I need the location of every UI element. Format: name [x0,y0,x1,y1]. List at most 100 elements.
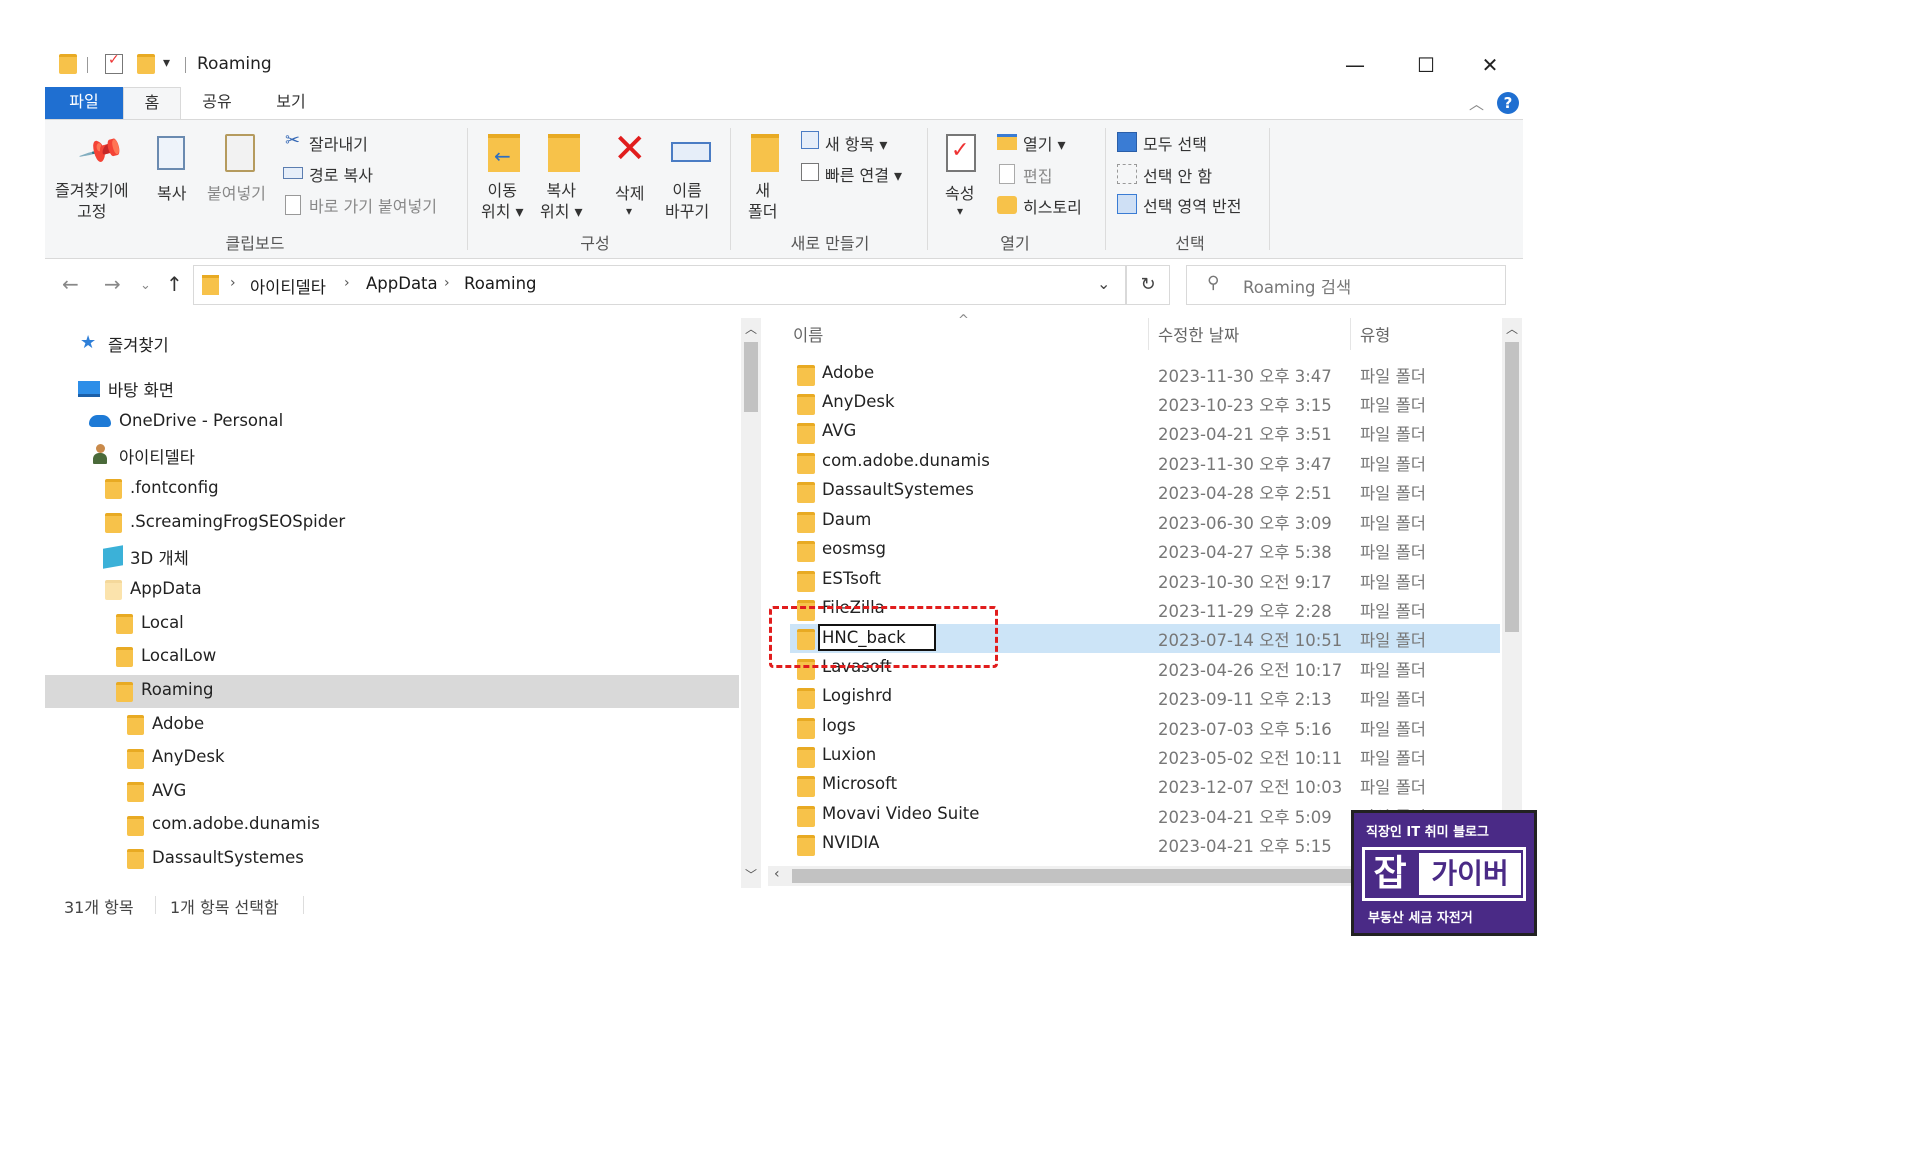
nav-item-desktop[interactable]: 바탕 화면 [108,377,174,401]
divider [87,57,88,73]
column-divider[interactable] [1350,318,1351,350]
scroll-up-icon[interactable]: ︿ [745,320,757,337]
file-row[interactable]: eosmsg 2023-04-27 오후 5:38 파일 폴더 [790,536,1500,565]
scroll-down-icon[interactable]: ﹀ [745,866,757,883]
nav-item-user[interactable]: 아이티델타 [119,444,195,468]
nav-item-roaming[interactable]: Roaming [141,680,214,699]
folder-icon [797,512,815,533]
search-input[interactable]: Roaming 검색 [1243,274,1351,298]
tab-view[interactable]: 보기 [263,87,319,119]
search-box[interactable]: ⚲ Roaming 검색 [1186,265,1506,305]
new-folder-button[interactable]: 새 폴더 [748,180,777,222]
nav-item-folder[interactable]: AnyDesk [152,747,225,766]
refresh-button[interactable]: ↻ [1126,265,1170,305]
scrollbar-thumb[interactable] [744,342,758,412]
select-none-button[interactable]: 선택 안 함 [1143,163,1212,187]
tab-home[interactable]: 홈 [123,87,181,120]
scroll-left-icon[interactable]: ‹ [774,866,780,882]
move-to-button[interactable]: 이동 위치 ▾ [481,180,524,222]
nav-item-onedrive[interactable]: OneDrive - Personal [119,411,283,430]
select-all-button[interactable]: 모두 선택 [1143,131,1207,155]
easy-access-button[interactable]: 빠른 연결 ▾ [825,162,902,186]
file-row[interactable]: AnyDesk 2023-10-23 오후 3:15 파일 폴더 [790,389,1500,418]
history-button[interactable]: 히스토리 [1023,194,1082,218]
nav-item-folder[interactable]: .fontconfig [130,478,219,497]
breadcrumb-item[interactable]: 아이티델타 [250,274,326,298]
nav-item-folder[interactable]: DassaultSystemes [152,848,304,867]
collapse-ribbon-icon[interactable]: ︿ [1469,93,1484,114]
file-row[interactable]: Luxion 2023-05-02 오전 10:11 파일 폴더 [790,742,1500,771]
delete-button[interactable]: 삭제 [615,180,644,204]
file-date: 2023-04-26 오전 10:17 [1158,661,1343,680]
nav-item-3d-objects[interactable]: 3D 개체 [130,545,189,569]
logo-box: 잡 가이버 [1362,847,1526,901]
customize-quick-access-icon[interactable]: ▾ [163,55,170,71]
nav-item-folder[interactable]: Adobe [152,714,204,733]
scroll-up-icon[interactable]: ︿ [1506,320,1518,337]
cut-button[interactable]: 잘라내기 [309,131,368,155]
up-arrow-icon[interactable]: ↑ [166,272,183,296]
new-folder-quick-icon[interactable] [137,54,155,74]
file-row[interactable]: DassaultSystemes 2023-04-28 오후 2:51 파일 폴더 [790,477,1500,506]
file-row[interactable]: com.adobe.dunamis 2023-11-30 오후 3:47 파일 폴더 [790,448,1500,477]
status-item-count: 31개 항목 [64,898,134,917]
open-button[interactable]: 열기 ▾ [1023,131,1066,155]
paste-shortcut-button[interactable]: 바로 가기 붙여넣기 [309,193,437,217]
file-row[interactable]: logs 2023-07-03 오후 5:16 파일 폴더 [790,713,1500,742]
column-header-date[interactable]: 수정한 날짜 [1158,322,1239,346]
column-divider[interactable] [1148,318,1149,350]
nav-item-local[interactable]: Local [141,613,184,632]
file-row[interactable]: ESTsoft 2023-10-30 오전 9:17 파일 폴더 [790,566,1500,595]
nav-item-locallow[interactable]: LocalLow [141,646,216,665]
tab-file[interactable]: 파일 [45,87,123,119]
file-row[interactable]: Logishrd 2023-09-11 오후 2:13 파일 폴더 [790,683,1500,712]
maximize-button[interactable]: ☐ [1411,51,1441,79]
rename-button[interactable]: 이름 바꾸기 [665,180,709,222]
file-name: Daum [822,510,872,529]
minimize-button[interactable]: — [1340,51,1370,79]
close-button[interactable]: ✕ [1475,51,1505,79]
address-bar[interactable]: › 아이티델타 › AppData › Roaming ⌄ [193,265,1126,305]
column-header-type[interactable]: 유형 [1360,322,1390,346]
file-row[interactable]: Daum 2023-06-30 오후 3:09 파일 폴더 [790,507,1500,536]
easy-access-icon [801,163,819,181]
file-date: 2023-11-29 오후 2:28 [1158,602,1332,621]
copy-path-button[interactable]: 경로 복사 [309,162,373,186]
copy-to-button[interactable]: 복사 위치 ▾ [540,180,583,222]
nav-scrollbar[interactable]: ︿ ﹀ [741,318,761,888]
nav-item-quick-access[interactable]: 즐겨찾기 [108,332,169,356]
properties-button[interactable]: 속성 [945,180,974,204]
properties-options-arrow[interactable]: ▾ [957,204,963,218]
recent-locations-icon[interactable]: ⌄ [140,278,151,293]
breadcrumb-item[interactable]: Roaming [464,274,537,293]
new-item-button[interactable]: 새 항목 ▾ [825,131,887,155]
help-icon[interactable]: ? [1497,92,1519,114]
nav-item-folder[interactable]: AVG [152,781,186,800]
copy-button[interactable]: 복사 [157,180,186,204]
file-list-scrollbar[interactable]: ︿ [1502,318,1522,866]
file-date: 2023-12-07 오전 10:03 [1158,778,1343,797]
nav-item-appdata[interactable]: AppData [130,579,202,598]
forward-arrow-icon[interactable]: → [104,272,121,296]
tab-share[interactable]: 공유 [191,87,243,119]
chevron-right-icon: › [344,275,350,291]
file-type: 파일 폴더 [1360,602,1426,621]
paste-button[interactable]: 붙여넣기 [207,180,266,204]
file-row[interactable]: Microsoft 2023-12-07 오전 10:03 파일 폴더 [790,771,1500,800]
breadcrumb-item[interactable]: AppData [366,274,438,293]
scrollbar-thumb[interactable] [1505,342,1519,632]
invert-selection-button[interactable]: 선택 영역 반전 [1143,193,1242,217]
folder-icon [105,513,122,533]
edit-button[interactable]: 편집 [1023,163,1052,187]
column-header-name[interactable]: 이름 [793,322,823,346]
chevron-down-icon[interactable]: ⌄ [1097,274,1110,293]
file-row[interactable]: AVG 2023-04-21 오후 3:51 파일 폴더 [790,418,1500,447]
delete-options-arrow[interactable]: ▾ [626,204,632,218]
nav-item-folder[interactable]: com.adobe.dunamis [152,814,320,833]
pin-to-quick-access-button[interactable]: 즐겨찾기에 고정 [55,180,129,222]
file-row[interactable]: Adobe 2023-11-30 오후 3:47 파일 폴더 [790,360,1500,389]
properties-quick-icon[interactable]: ✓ [105,52,123,74]
scrollbar-thumb[interactable] [792,869,1352,883]
nav-item-folder[interactable]: .ScreamingFrogSEOSpider [130,512,345,531]
back-arrow-icon[interactable]: ← [62,272,79,296]
